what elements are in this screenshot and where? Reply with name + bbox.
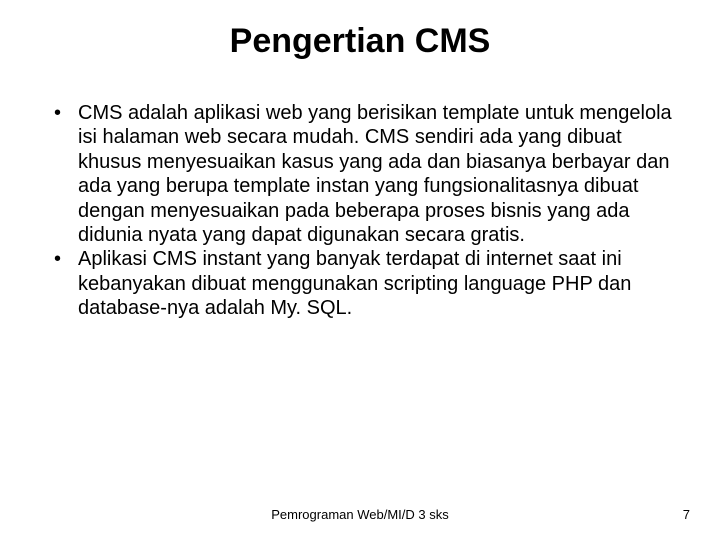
slide-title: Pengertian CMS <box>40 22 680 61</box>
footer-text: Pemrograman Web/MI/D 3 sks <box>0 507 720 522</box>
slide-content: CMS adalah aplikasi web yang berisikan t… <box>40 101 680 321</box>
slide-container: Pengertian CMS CMS adalah aplikasi web y… <box>0 0 720 540</box>
bullet-list: CMS adalah aplikasi web yang berisikan t… <box>50 101 680 321</box>
page-number: 7 <box>683 507 690 522</box>
bullet-item: CMS adalah aplikasi web yang berisikan t… <box>50 101 680 247</box>
bullet-item: Aplikasi CMS instant yang banyak terdapa… <box>50 247 680 320</box>
